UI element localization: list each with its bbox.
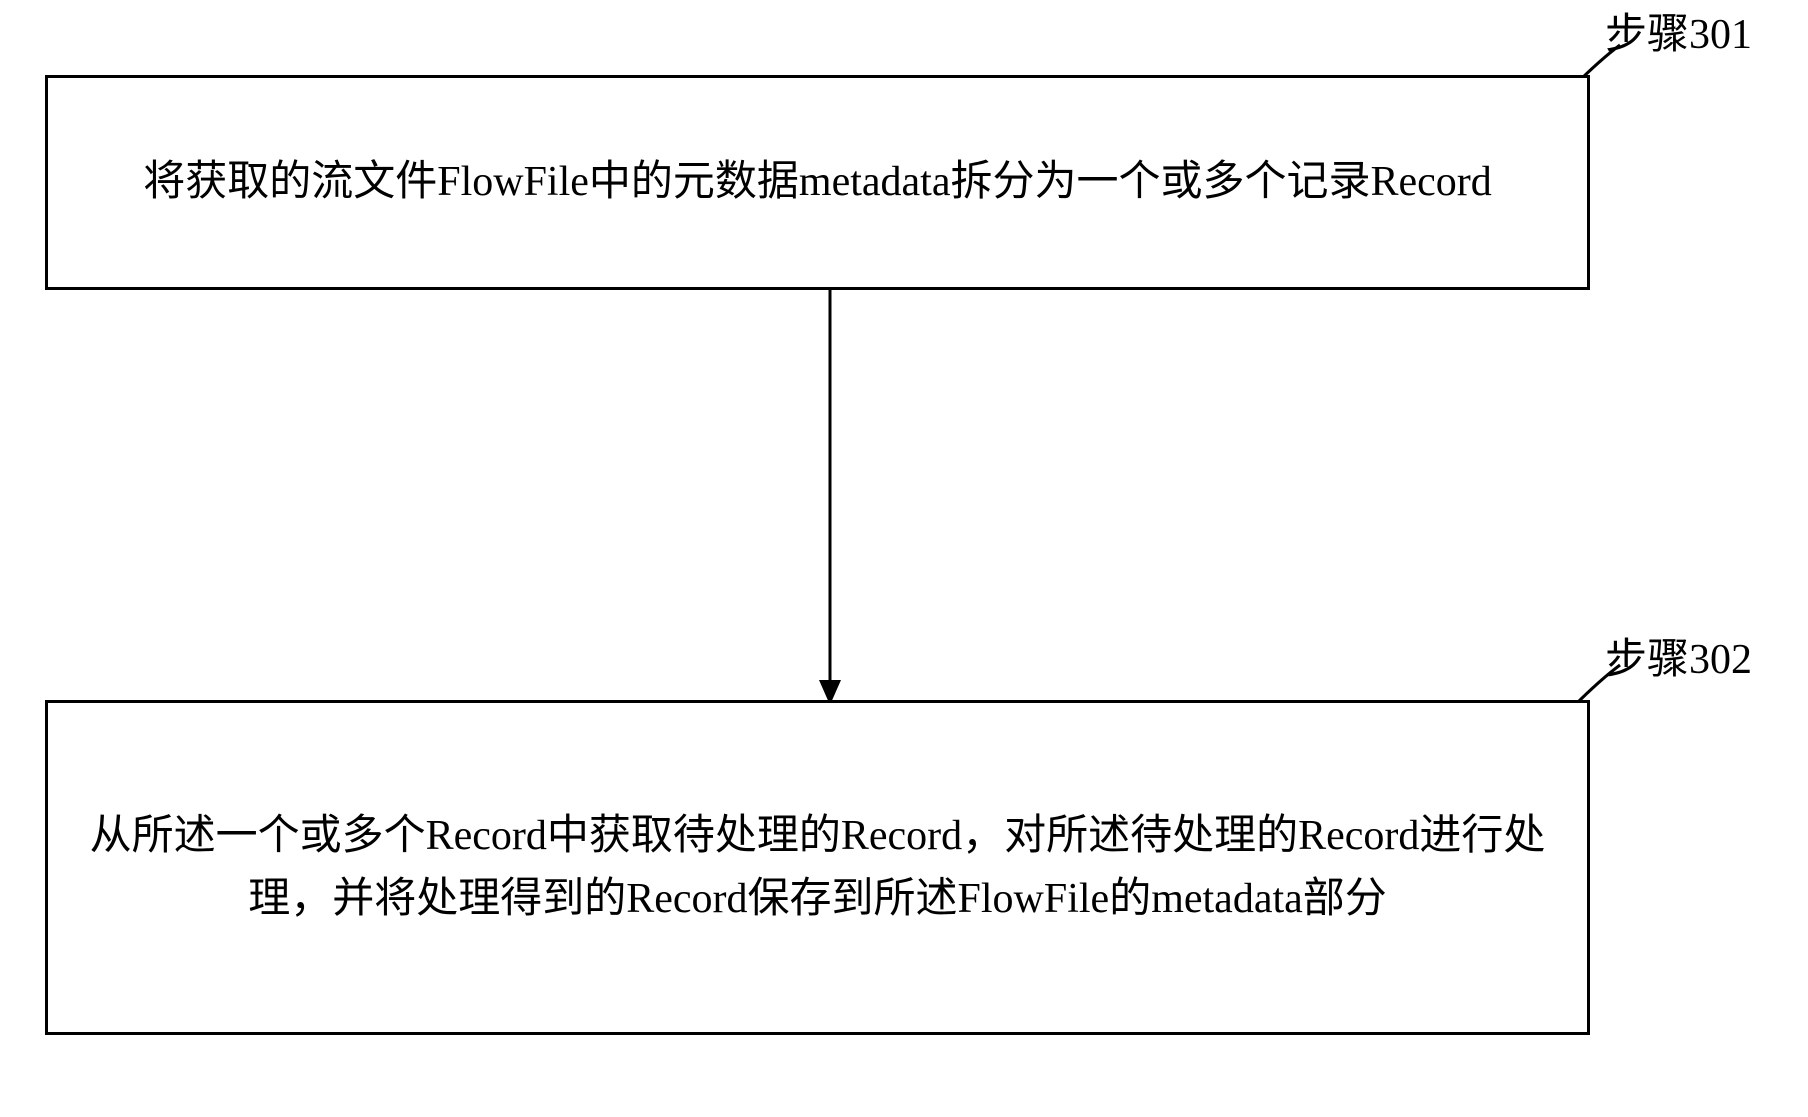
step-302-text: 从所述一个或多个Record中获取待处理的Record，对所述待处理的Recor…	[88, 805, 1547, 931]
step-301-text: 将获取的流文件FlowFile中的元数据metadata拆分为一个或多个记录Re…	[143, 151, 1492, 214]
step-302-box: 从所述一个或多个Record中获取待处理的Record，对所述待处理的Recor…	[45, 700, 1590, 1035]
flowchart-canvas: 步骤301 将获取的流文件FlowFile中的元数据metadata拆分为一个或…	[0, 0, 1808, 1117]
flow-arrow	[815, 290, 845, 710]
step-301-box: 将获取的流文件FlowFile中的元数据metadata拆分为一个或多个记录Re…	[45, 75, 1590, 290]
